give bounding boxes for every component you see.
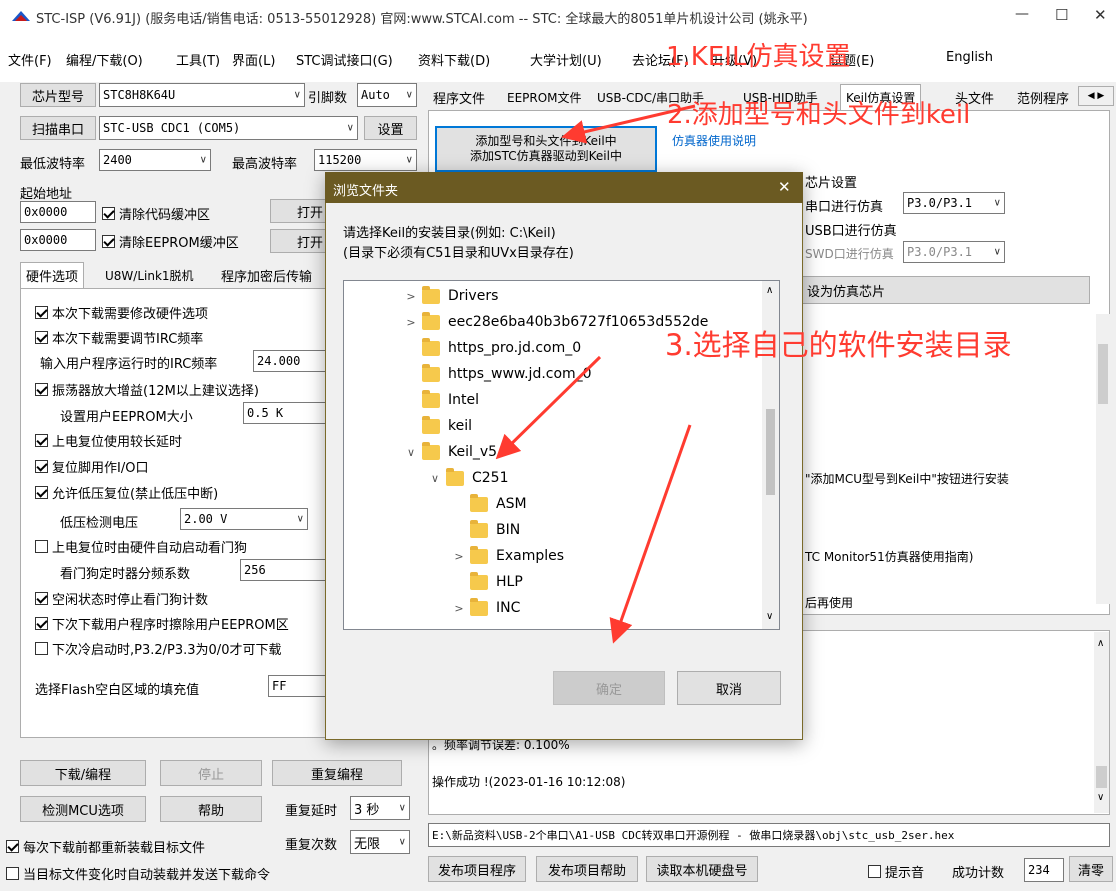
annotation-arrows	[495, 104, 696, 644]
arrow-to-keil-v5	[495, 355, 602, 460]
arrow-down-tree	[609, 424, 692, 644]
arrow-to-add-button	[561, 104, 696, 144]
